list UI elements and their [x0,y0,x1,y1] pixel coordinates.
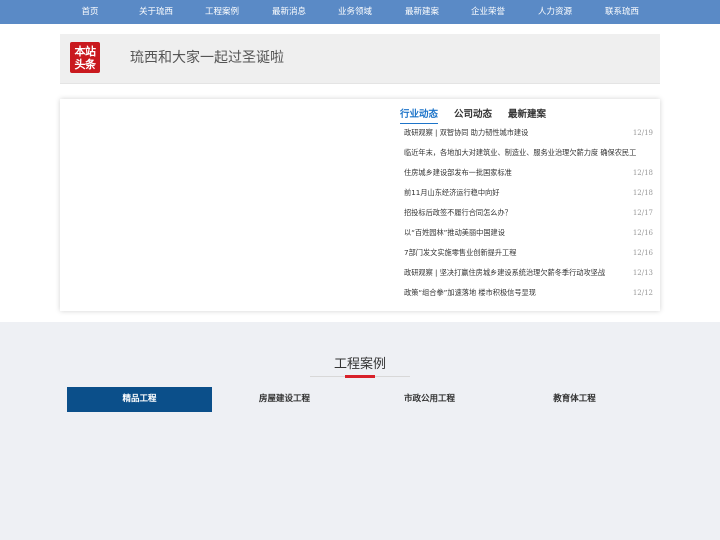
nav-item-cases[interactable]: 工程案例 [192,0,252,24]
news-title[interactable]: 临近年末，各地加大对建筑业、制造业、服务业治理欠薪力度 确保农民工工资 [404,146,636,160]
news-image-area [60,99,390,311]
news-item[interactable]: 政策“组合拳”加速落地 楼市积极信号显现 12/12 [404,286,653,306]
news-item[interactable]: 以“百姓园林”推动美丽中国建设 12/16 [404,226,653,246]
news-title[interactable]: 政研观察 | 双智协同 助力韧性城市建设 [404,126,636,140]
news-date: 12/19 [632,129,653,137]
nav-item-business[interactable]: 业务领域 [325,0,385,24]
headline-banner: 本站 头条 琉西和大家一起过圣诞啦 [60,34,660,84]
news-date: 12/16 [632,229,653,237]
headline-link[interactable]: 琉西和大家一起过圣诞啦 [130,48,284,68]
nav-item-about[interactable]: 关于琉西 [126,0,186,24]
nav-item-contact[interactable]: 联系琉西 [592,0,652,24]
news-date: 12/12 [632,289,653,297]
news-title[interactable]: 以“百姓园林”推动美丽中国建设 [404,226,636,240]
news-item[interactable]: 招投标后政签不履行合同怎么办？ 12/17 [404,206,653,226]
news-date: 12/17 [632,209,653,217]
cases-section: 工程案例 精品工程 房屋建设工程 市政公用工程 教育体工程 [0,322,720,540]
news-date: 12/16 [632,249,653,257]
badge-line-1: 本站 [74,45,97,58]
news-title[interactable]: 政策“组合拳”加速落地 楼市积极信号显现 [404,286,636,300]
news-title[interactable]: 招投标后政签不履行合同怎么办？ [404,206,636,220]
nav-item-honors[interactable]: 企业荣誉 [458,0,518,24]
nav-item-hr[interactable]: 人力资源 [525,0,585,24]
title-accent-bar [345,375,375,378]
headline-badge: 本站 头条 [70,42,100,73]
news-title[interactable]: 政研观察 | 坚决打赢住房城乡建设系统治理欠薪冬季行动攻坚战 [404,266,636,280]
news-item[interactable]: 政研观察 | 坚决打赢住房城乡建设系统治理欠薪冬季行动攻坚战 12/13 [404,266,653,286]
news-item[interactable]: 7部门发文实施零售业创新提升工程 12/16 [404,246,653,266]
news-date: 12/18 [632,189,653,197]
badge-line-2: 头条 [74,58,97,71]
tab-premium-projects[interactable]: 精品工程 [67,387,212,412]
tab-company-news[interactable]: 公司动态 [454,108,492,122]
cases-section-title: 工程案例 [333,357,386,372]
tab-municipal-projects[interactable]: 市政公用工程 [357,387,502,412]
tab-new-projects[interactable]: 最新建案 [508,108,546,122]
news-item[interactable]: 政研观察 | 双智协同 助力韧性城市建设 12/19 [404,126,653,146]
news-title[interactable]: 7部门发文实施零售业创新提升工程 [404,246,636,260]
top-navigation: 首页 关于琉西 工程案例 最新消息 业务领域 最新建案 企业荣誉 人力资源 联系… [0,0,720,24]
tab-building-construction[interactable]: 房屋建设工程 [212,387,357,412]
news-date: 12/18 [632,169,653,177]
news-date: 12/13 [632,269,653,277]
nav-item-news[interactable]: 最新消息 [259,0,319,24]
news-title[interactable]: 住房城乡建设部发布一批国家标准 [404,166,636,180]
news-item[interactable]: 住房城乡建设部发布一批国家标准 12/18 [404,166,653,186]
news-item[interactable]: 前11月山东经济运行稳中向好 12/18 [404,186,653,206]
news-panel: 行业动态 公司动态 最新建案 政研观察 | 双智协同 助力韧性城市建设 12/1… [60,99,660,311]
news-item[interactable]: 临近年末，各地加大对建筑业、制造业、服务业治理欠薪力度 确保农民工工资 [404,146,638,166]
nav-item-new-projects[interactable]: 最新建案 [392,0,452,24]
nav-item-home[interactable]: 首页 [60,0,120,24]
tab-industry-news[interactable]: 行业动态 [400,108,439,124]
tab-education-sports-projects[interactable]: 教育体工程 [502,387,647,412]
news-title[interactable]: 前11月山东经济运行稳中向好 [404,186,636,200]
